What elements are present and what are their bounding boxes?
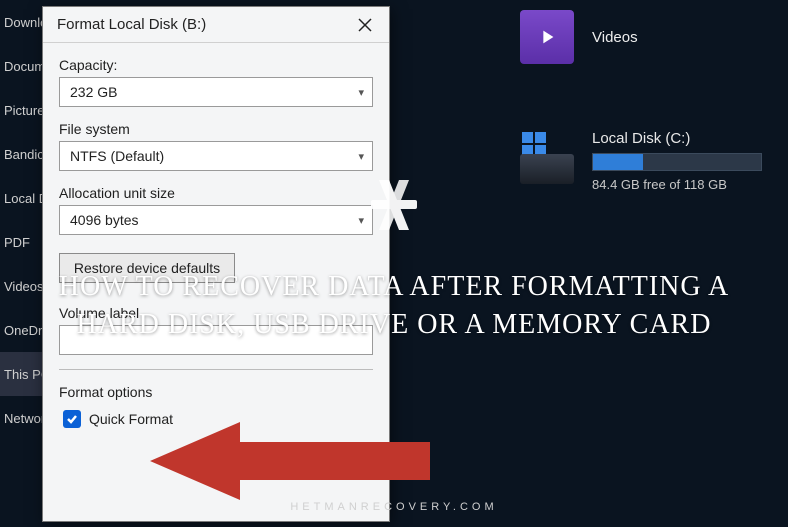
chevron-down-icon: ▾ (358, 150, 364, 163)
videos-folder-item[interactable]: Videos (520, 10, 638, 64)
close-icon (358, 18, 372, 32)
disk-name-label: Local Disk (C:) (592, 130, 762, 147)
quick-format-label: Quick Format (89, 411, 173, 427)
videos-folder-icon (520, 10, 574, 64)
section-divider (59, 369, 373, 370)
chevron-down-icon: ▾ (358, 86, 364, 99)
capacity-label: Capacity: (59, 57, 373, 73)
dialog-title: Format Local Disk (B:) (57, 16, 206, 33)
windows-logo-icon (522, 132, 546, 156)
close-button[interactable] (349, 11, 381, 39)
allocation-label: Allocation unit size (59, 185, 373, 201)
dialog-titlebar: Format Local Disk (B:) (43, 7, 389, 43)
videos-folder-label: Videos (592, 29, 638, 46)
filesystem-select[interactable]: NTFS (Default) ▾ (59, 141, 373, 171)
local-disk-c-item[interactable]: Local Disk (C:) 84.4 GB free of 118 GB (520, 130, 762, 192)
overlay-headline: HOW TO RECOVER DATA AFTER FORMATTING A H… (0, 268, 788, 344)
hetman-logo-icon (359, 170, 429, 240)
overlay-credit: HETMANRECOVERY.COM (0, 501, 788, 513)
disk-free-label: 84.4 GB free of 118 GB (592, 177, 762, 192)
allocation-select[interactable]: 4096 bytes ▾ (59, 205, 373, 235)
drive-icon (520, 130, 574, 184)
disk-usage-bar (592, 153, 762, 171)
filesystem-label: File system (59, 121, 373, 137)
quick-format-checkbox[interactable] (63, 410, 81, 428)
capacity-select[interactable]: 232 GB ▾ (59, 77, 373, 107)
format-dialog: Format Local Disk (B:) Capacity: 232 GB … (42, 6, 390, 522)
format-options-label: Format options (59, 384, 373, 400)
